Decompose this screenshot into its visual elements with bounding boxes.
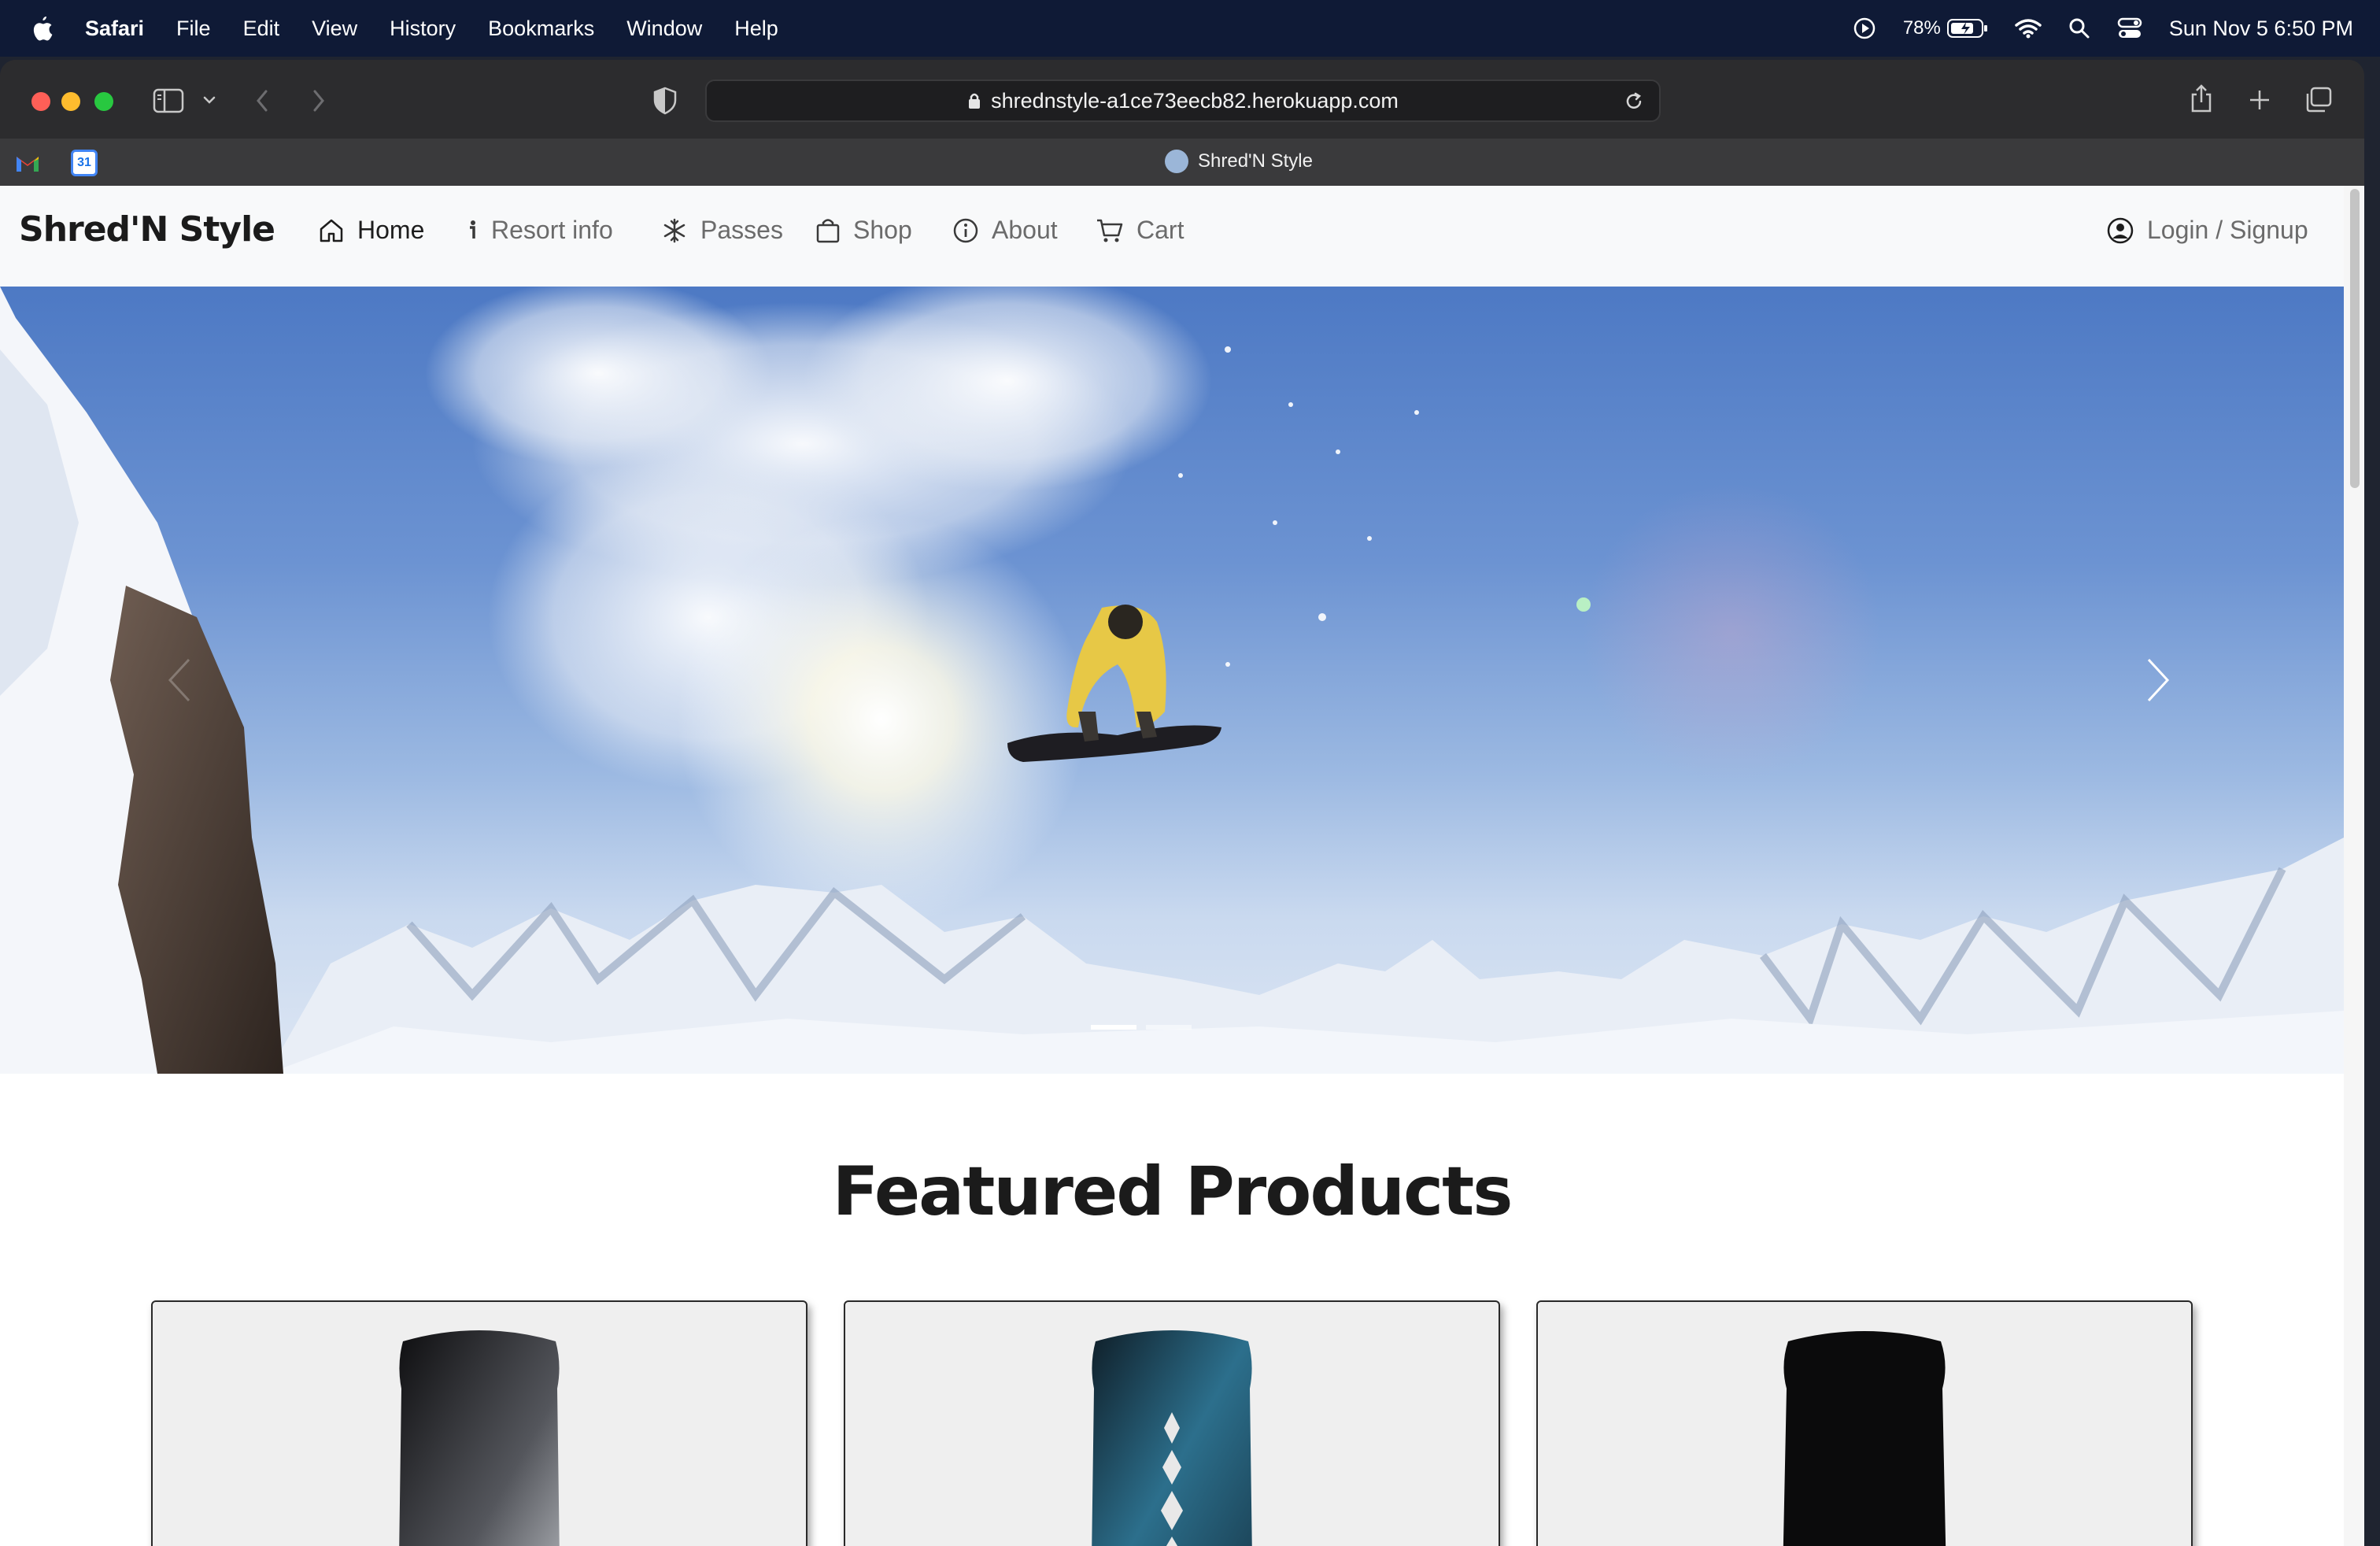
snowboard-image xyxy=(1092,1330,1252,1546)
nav-about[interactable]: About xyxy=(952,216,1058,245)
carousel-prev-button[interactable] xyxy=(165,656,194,704)
menu-bar: Safari File Edit View History Bookmarks … xyxy=(0,0,2380,57)
gmail-icon[interactable] xyxy=(14,150,41,176)
site-navbar: Shred'N Style Home Resort info Passes Sh… xyxy=(0,186,2344,287)
cart-icon xyxy=(1097,219,1123,242)
sidebar-toggle-icon[interactable] xyxy=(153,88,184,113)
menu-edit[interactable]: Edit xyxy=(243,17,280,41)
site-brand[interactable]: Shred'N Style xyxy=(19,209,275,250)
nav-shop[interactable]: Shop xyxy=(815,216,912,245)
nav-passes-label: Passes xyxy=(700,216,783,244)
wifi-icon[interactable] xyxy=(2015,18,2042,39)
login-signup-label: Login / Signup xyxy=(2147,216,2308,244)
menu-file[interactable]: File xyxy=(176,17,211,41)
house-icon xyxy=(320,219,343,242)
active-tab[interactable]: Shred'N Style xyxy=(1165,150,1313,173)
web-page: Shred'N Style Home Resort info Passes Sh… xyxy=(0,186,2344,1546)
nav-cart-label: Cart xyxy=(1136,216,1184,244)
product-card[interactable] xyxy=(1536,1300,2193,1546)
menu-view[interactable]: View xyxy=(312,17,357,41)
back-icon[interactable] xyxy=(253,88,271,113)
menu-history[interactable]: History xyxy=(390,17,456,41)
battery-icon[interactable] xyxy=(1946,18,1988,39)
nav-passes[interactable]: Passes xyxy=(661,216,783,245)
chevron-down-icon[interactable] xyxy=(201,94,217,107)
info-circle-icon xyxy=(953,218,978,242)
login-signup-link[interactable]: Login / Signup xyxy=(2106,216,2308,245)
nav-shop-label: Shop xyxy=(853,216,912,244)
menubar-clock[interactable]: Sun Nov 5 6:50 PM xyxy=(2169,17,2353,41)
reload-icon[interactable] xyxy=(1623,91,1645,113)
browser-toolbar: shrednstyle-a1ce73eecb82.herokuapp.com xyxy=(0,60,2364,139)
nav-home-label: Home xyxy=(357,216,425,244)
calendar-icon[interactable]: 31 xyxy=(71,150,98,176)
product-card[interactable] xyxy=(844,1300,1500,1546)
control-center-icon[interactable] xyxy=(2117,17,2142,39)
new-tab-icon[interactable] xyxy=(2248,88,2271,112)
nav-resort-info[interactable]: Resort info xyxy=(466,216,613,245)
apple-icon[interactable] xyxy=(30,15,54,42)
scrollbar-thumb[interactable] xyxy=(2350,189,2360,488)
hero-carousel xyxy=(0,287,2344,1074)
menu-app-name[interactable]: Safari xyxy=(85,17,144,41)
carousel-indicator-2[interactable] xyxy=(1146,1025,1192,1030)
tab-overview-icon[interactable] xyxy=(2304,87,2333,113)
page-scrollbar[interactable] xyxy=(2344,186,2364,1546)
nav-home[interactable]: Home xyxy=(318,216,424,245)
share-icon[interactable] xyxy=(2190,83,2213,113)
site-favicon xyxy=(1165,150,1188,173)
snowboard-image xyxy=(399,1330,560,1546)
menu-help[interactable]: Help xyxy=(734,17,778,41)
carousel-indicator-1[interactable] xyxy=(1091,1025,1136,1030)
lock-icon xyxy=(969,93,981,109)
browser-window: shrednstyle-a1ce73eecb82.herokuapp.com 3… xyxy=(0,60,2364,1546)
tab-bar: 31 Shred'N Style xyxy=(0,139,2364,186)
url-text[interactable]: shrednstyle-a1ce73eecb82.herokuapp.com xyxy=(991,89,1399,113)
zoom-window-button[interactable] xyxy=(94,92,113,111)
product-card[interactable] xyxy=(151,1300,808,1546)
spotlight-search-icon[interactable] xyxy=(2068,17,2090,39)
nav-resort-info-label: Resort info xyxy=(491,216,613,244)
close-window-button[interactable] xyxy=(31,92,50,111)
carousel-next-button[interactable] xyxy=(2144,656,2172,704)
nav-cart[interactable]: Cart xyxy=(1096,216,1184,245)
carousel-indicators xyxy=(1091,1025,1201,1030)
info-icon xyxy=(470,220,475,239)
menu-window[interactable]: Window xyxy=(626,17,702,41)
featured-products-title: Featured Products xyxy=(832,1152,1513,1231)
snowflake-icon xyxy=(663,218,686,242)
user-circle-icon xyxy=(2107,217,2134,243)
now-playing-icon[interactable] xyxy=(1853,17,1876,40)
privacy-shield-icon[interactable] xyxy=(653,87,677,115)
hero-image xyxy=(0,287,2344,1074)
address-bar[interactable]: shrednstyle-a1ce73eecb82.herokuapp.com xyxy=(705,80,1661,122)
nav-about-label: About xyxy=(992,216,1058,244)
forward-icon[interactable] xyxy=(310,88,327,113)
tab-title-text: Shred'N Style xyxy=(1198,150,1313,172)
minimize-window-button[interactable] xyxy=(61,92,80,111)
snowboard-image xyxy=(1783,1331,1946,1546)
bag-icon xyxy=(816,218,840,242)
menu-bookmarks[interactable]: Bookmarks xyxy=(488,17,594,41)
battery-percent: 78% xyxy=(1902,17,1941,39)
